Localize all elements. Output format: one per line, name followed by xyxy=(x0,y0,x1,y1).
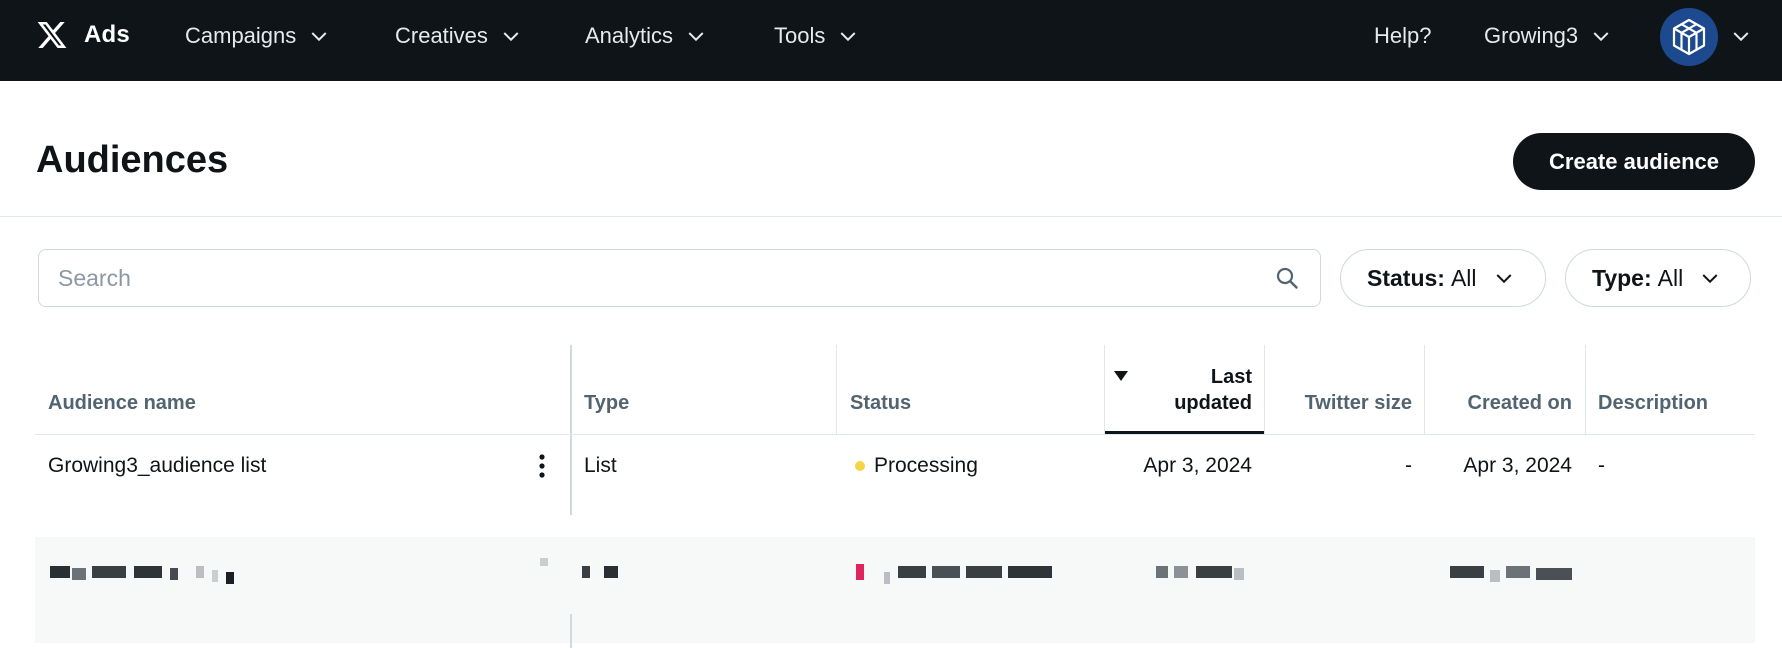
brand-logo[interactable]: Ads xyxy=(36,16,130,54)
type-filter[interactable]: Type: All xyxy=(1565,249,1751,307)
brand-name: Ads xyxy=(84,21,130,48)
account-switcher[interactable]: Growing3 xyxy=(1484,20,1610,52)
column-divider xyxy=(1264,345,1265,434)
column-header-last-updated[interactable]: Last updated xyxy=(1140,364,1252,416)
chevron-down-icon xyxy=(1496,274,1511,284)
nav-campaigns-label: Campaigns xyxy=(185,23,297,48)
column-header-last-updated-line2: updated xyxy=(1174,392,1252,414)
page-title: Audiences xyxy=(36,139,229,181)
type-filter-value: All xyxy=(1657,264,1684,291)
redacted-table-row[interactable] xyxy=(35,537,1755,643)
twitter-size-cell: - xyxy=(1405,454,1412,477)
table-header-border xyxy=(35,434,1755,435)
account-name: Growing3 xyxy=(1484,23,1579,48)
description-cell: - xyxy=(1598,454,1605,477)
create-audience-button[interactable]: Create audience xyxy=(1513,133,1755,190)
help-link[interactable]: Help? xyxy=(1374,20,1431,52)
status-filter[interactable]: Status: All xyxy=(1340,249,1546,307)
name-column-divider xyxy=(570,614,572,648)
search-input[interactable] xyxy=(58,264,1238,292)
status-filter-key: Status: xyxy=(1367,264,1445,291)
search-icon[interactable] xyxy=(1275,266,1299,290)
status-filter-value: All xyxy=(1450,264,1477,291)
column-divider xyxy=(1104,345,1105,434)
last-updated-cell: Apr 3, 2024 xyxy=(1143,454,1252,477)
search-box xyxy=(38,249,1321,307)
chevron-down-icon xyxy=(503,32,519,42)
column-header-audience-name[interactable]: Audience name xyxy=(48,390,196,416)
nav-creatives-label: Creatives xyxy=(395,23,488,48)
chevron-down-icon xyxy=(1593,32,1609,42)
nav-analytics-label: Analytics xyxy=(585,23,674,48)
column-header-last-updated-line1: Last xyxy=(1210,366,1252,388)
header-divider xyxy=(0,216,1782,217)
column-header-status[interactable]: Status xyxy=(850,390,911,416)
column-header-created-on[interactable]: Created on xyxy=(1430,390,1572,416)
column-header-twitter-size[interactable]: Twitter size xyxy=(1270,390,1412,416)
type-filter-key: Type: xyxy=(1592,264,1652,291)
nav-tools[interactable]: Tools xyxy=(774,20,857,52)
chevron-down-icon[interactable] xyxy=(1732,27,1750,45)
chevron-down-icon xyxy=(1702,274,1718,284)
audience-name-cell[interactable]: Growing3_audience list xyxy=(48,452,266,480)
column-divider xyxy=(1424,345,1425,434)
chevron-down-icon xyxy=(688,32,704,42)
nav-campaigns[interactable]: Campaigns xyxy=(185,20,328,52)
avatar[interactable] xyxy=(1660,8,1718,66)
column-header-type[interactable]: Type xyxy=(584,390,629,416)
nav-tools-label: Tools xyxy=(774,23,826,48)
chevron-down-icon xyxy=(311,32,327,42)
name-column-divider xyxy=(570,345,572,515)
top-navigation-bar: Ads Campaigns Creatives Analytics Tools … xyxy=(0,0,1782,81)
x-logo-icon xyxy=(37,22,67,48)
column-divider xyxy=(1585,345,1586,434)
column-divider xyxy=(836,345,837,434)
nav-analytics[interactable]: Analytics xyxy=(585,20,705,52)
more-options-icon[interactable] xyxy=(530,452,554,480)
chevron-down-icon xyxy=(840,32,856,42)
created-on-cell: Apr 3, 2024 xyxy=(1463,454,1572,477)
type-cell: List xyxy=(584,454,617,477)
sort-descending-icon xyxy=(1114,371,1128,381)
nav-creatives[interactable]: Creatives xyxy=(395,20,520,52)
cube-logo-icon xyxy=(1672,18,1706,56)
column-header-description[interactable]: Description xyxy=(1598,390,1708,416)
status-cell: Processing xyxy=(874,454,978,477)
status-dot-icon xyxy=(855,461,865,471)
